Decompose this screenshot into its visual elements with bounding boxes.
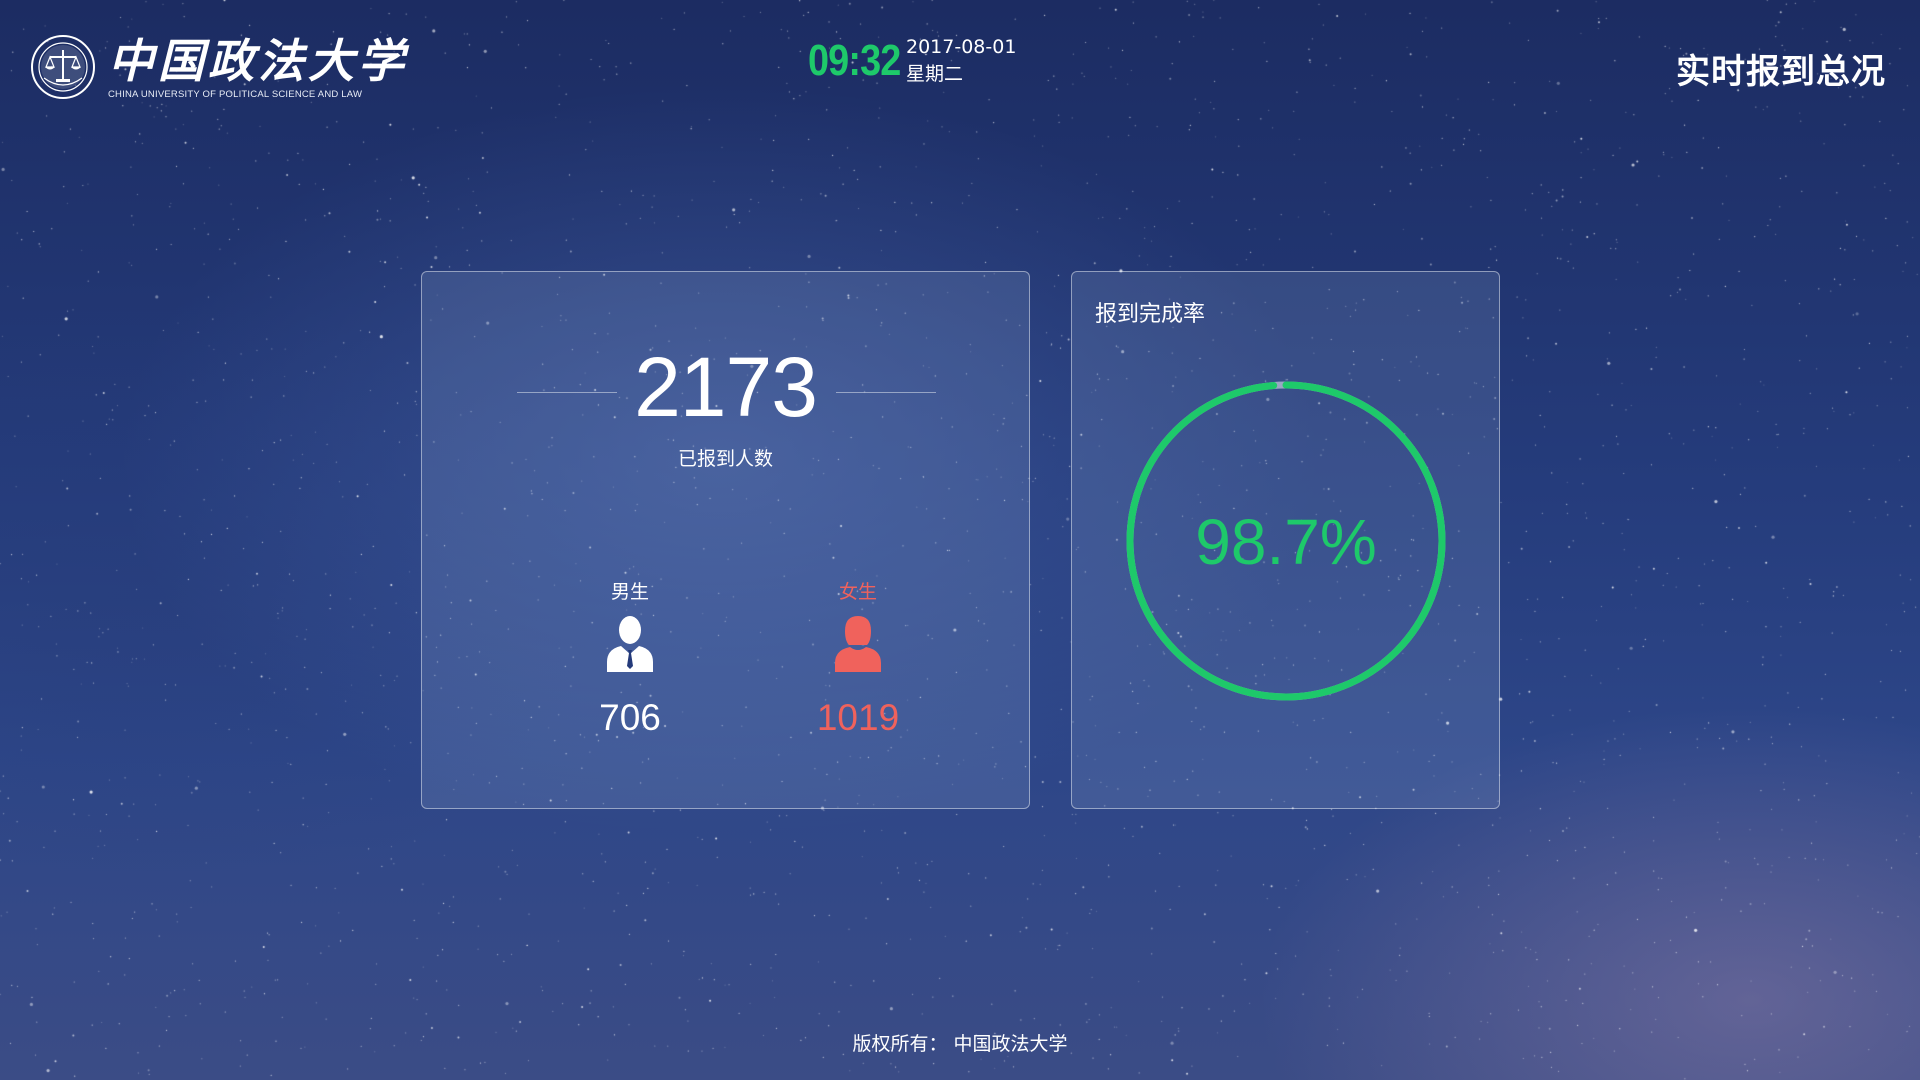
female-stat: 女生 1019 <box>798 580 918 739</box>
university-name-cn: 中国政法大学 <box>108 33 408 88</box>
university-logo: 中国政法大学 CHINA UNIVERSITY OF POLITICAL SCI… <box>30 34 408 100</box>
divider-right <box>836 392 936 393</box>
total-registered-number: 2173 <box>634 340 818 434</box>
clock-date: 2017-08-01 <box>906 36 1017 58</box>
male-person-icon <box>607 616 653 672</box>
female-person-icon <box>835 616 881 672</box>
female-count: 1019 <box>816 697 900 738</box>
male-stat: 男生 706 <box>570 580 690 739</box>
completion-rate-title: 报到完成率 <box>1095 302 1206 327</box>
footer-copyright: 版权所有： 中国政法大学 <box>852 1033 1068 1055</box>
university-name-en: CHINA UNIVERSITY OF POLITICAL SCIENCE AN… <box>108 88 363 100</box>
completion-rate-card: 报到完成率 98.7% <box>1071 271 1500 809</box>
clock-date-block: 2017-08-01 星期二 <box>906 34 1016 88</box>
university-seal-icon <box>31 35 95 99</box>
male-label: 男生 <box>610 581 649 603</box>
registration-count-card: 2173 已报到人数 男生 706 女生 1019 <box>421 271 1030 809</box>
male-count: 706 <box>599 697 661 738</box>
clock-time: 09:32 <box>808 36 901 85</box>
completion-rate-value: 98.7% <box>1195 506 1376 578</box>
clock-widget: 09:32 2017-08-01 星期二 <box>808 34 1016 88</box>
female-label: 女生 <box>838 581 877 603</box>
total-count-row: 2173 <box>422 342 1029 432</box>
page-title: 实时报到总况 <box>1676 52 1886 92</box>
clock-weekday: 星期二 <box>906 63 964 85</box>
completion-rate-gauge: 98.7% <box>1126 381 1446 701</box>
total-registered-label: 已报到人数 <box>677 448 773 470</box>
